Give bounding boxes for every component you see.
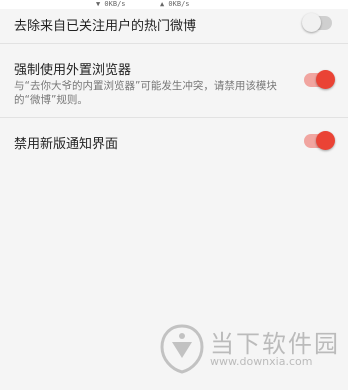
- watermark: 当下软件园 www.downxia.com: [160, 318, 340, 376]
- setting-row-disable-new-notification-ui[interactable]: 禁用新版通知界面: [0, 118, 348, 165]
- toggle-thumb: [316, 131, 335, 150]
- watermark-name: 当下软件园: [210, 330, 340, 358]
- hide-followed-hot-weibo-toggle[interactable]: [302, 13, 334, 32]
- upload-speed: ▲ 0KB/s: [160, 0, 190, 8]
- force-external-browser-toggle[interactable]: [304, 70, 335, 89]
- setting-title: 禁用新版通知界面: [14, 137, 119, 152]
- watermark-url: www.downxia.com: [210, 355, 313, 368]
- setting-row-force-external-browser[interactable]: 强制使用外置浏览器 与“去你大爷的内置浏览器”可能发生冲突，请禁用该模块的“微博…: [0, 44, 348, 118]
- settings-list: 去除来自已关注用户的热门微博 强制使用外置浏览器 与“去你大爷的内置浏览器”可能…: [0, 9, 348, 165]
- setting-title: 去除来自已关注用户的热门微博: [14, 19, 197, 34]
- download-speed: ▼ 0KB/s: [96, 0, 126, 8]
- downxia-logo-icon: [160, 324, 204, 374]
- toggle-thumb: [302, 13, 321, 32]
- setting-title: 强制使用外置浏览器: [14, 63, 132, 78]
- setting-row-hide-followed-hot-weibo[interactable]: 去除来自已关注用户的热门微博: [0, 9, 348, 44]
- toggle-thumb: [316, 70, 335, 89]
- setting-summary: 与“去你大爷的内置浏览器”可能发生冲突，请禁用该模块的“微博”规则。: [14, 80, 277, 106]
- status-bar: ▼ 0KB/s ▲ 0KB/s: [0, 0, 348, 9]
- disable-new-notification-ui-toggle[interactable]: [304, 131, 335, 150]
